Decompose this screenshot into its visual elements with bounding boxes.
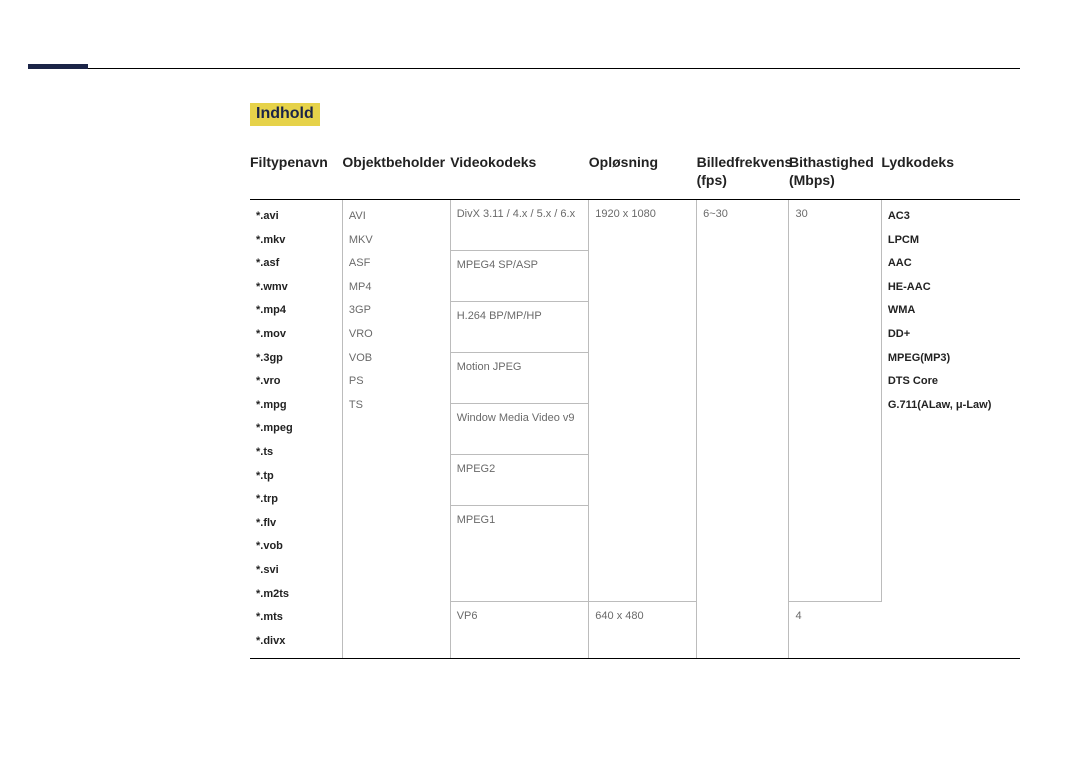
vcodec-item: Window Media Video v9 xyxy=(451,404,589,455)
list-item: *.asf xyxy=(256,255,334,273)
list-item: *.wmv xyxy=(256,279,334,297)
list-item: *.mov xyxy=(256,326,334,344)
list-item: *.divx xyxy=(256,633,334,651)
top-rule xyxy=(60,68,1020,69)
list-item: *.mkv xyxy=(256,232,334,250)
list-item: *.mts xyxy=(256,609,334,627)
list-item: HE-AAC xyxy=(888,279,1012,297)
cell-bitrate-1: 30 xyxy=(789,200,881,602)
list-item: *.m2ts xyxy=(256,586,334,604)
accent-bar xyxy=(28,64,88,69)
col-container: Objektbeholder xyxy=(342,148,450,200)
list-item: DD+ xyxy=(888,326,1012,344)
list-item: MKV xyxy=(349,232,442,250)
cell-vcodecs-main: DivX 3.11 / 4.x / 5.x / 6.xMPEG4 SP/ASPH… xyxy=(450,200,589,602)
list-item: LPCM xyxy=(888,232,1012,250)
cell-res-2: 640 x 480 xyxy=(589,601,697,658)
col-fps: Billedfrekvens (fps) xyxy=(697,148,789,200)
list-item: *.flv xyxy=(256,515,334,533)
list-item: AAC xyxy=(888,255,1012,273)
breadcrumb: Indhold xyxy=(250,103,320,126)
list-item: DTS Core xyxy=(888,373,1012,391)
list-item: WMA xyxy=(888,302,1012,320)
col-vcodec: Videokodeks xyxy=(450,148,589,200)
cell-bitrate-2: 4 xyxy=(789,601,881,658)
cell-containers: AVI MKV ASF MP4 3GP VRO VOB PS TS xyxy=(342,200,450,659)
list-item: 3GP xyxy=(349,302,442,320)
list-item: AVI xyxy=(349,208,442,226)
list-item: *.trp xyxy=(256,491,334,509)
list-item: ASF xyxy=(349,255,442,273)
cell-vcodec-2: VP6 xyxy=(450,601,589,658)
cell-res-1: 1920 x 1080 xyxy=(589,200,697,602)
col-resolution: Opløsning xyxy=(589,148,697,200)
list-item: *.svi xyxy=(256,562,334,580)
col-bitrate: Bithastighed (Mbps) xyxy=(789,148,881,200)
vcodec-item: DivX 3.11 / 4.x / 5.x / 6.x xyxy=(451,200,589,251)
list-item: *.mp4 xyxy=(256,302,334,320)
list-item: *.tp xyxy=(256,468,334,486)
vcodec-item: H.264 BP/MP/HP xyxy=(451,302,589,353)
list-item: MPEG(MP3) xyxy=(888,350,1012,368)
list-item: *.vob xyxy=(256,538,334,556)
table-row: *.avi *.mkv *.asf *.wmv *.mp4 *.mov *.3gp *.vro… xyxy=(250,200,1020,602)
list-item: VRO xyxy=(349,326,442,344)
list-item: AC3 xyxy=(888,208,1012,226)
cell-file-types: *.avi *.mkv *.asf *.wmv *.mp4 *.mov *.3gp *.vro… xyxy=(250,200,342,659)
list-item: PS xyxy=(349,373,442,391)
list-item: TS xyxy=(349,397,442,415)
cell-acodecs: AC3 LPCM AAC HE-AAC WMA DD+ MPEG(MP3) DTS Core G… xyxy=(881,200,1020,659)
col-acodec: Lydkodeks xyxy=(881,148,1020,200)
list-item: *.avi xyxy=(256,208,334,226)
list-item: MP4 xyxy=(349,279,442,297)
list-item: *.ts xyxy=(256,444,334,462)
vcodec-item: MPEG2 xyxy=(451,455,589,506)
table-header-row: Filtypenavn Objektbeholder Videokodeks O… xyxy=(250,148,1020,200)
list-item: VOB xyxy=(349,350,442,368)
list-item: *.3gp xyxy=(256,350,334,368)
list-item: *.mpg xyxy=(256,397,334,415)
list-item: *.mpeg xyxy=(256,420,334,438)
spec-table: Filtypenavn Objektbeholder Videokodeks O… xyxy=(250,148,1020,659)
vcodec-item: Motion JPEG xyxy=(451,353,589,404)
list-item: G.711(ALaw, μ-Law) xyxy=(888,397,1012,415)
list-item: *.vro xyxy=(256,373,334,391)
vcodec-item: MPEG1 xyxy=(451,506,589,556)
col-filename: Filtypenavn xyxy=(250,148,342,200)
vcodec-item: MPEG4 SP/ASP xyxy=(451,251,589,302)
cell-fps: 6~30 xyxy=(697,200,789,659)
